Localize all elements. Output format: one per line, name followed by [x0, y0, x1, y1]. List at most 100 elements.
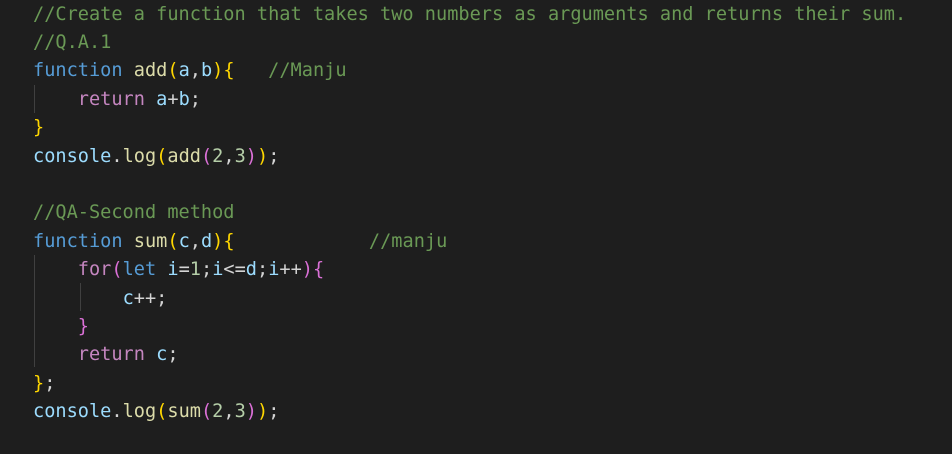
identifier-token: console: [33, 146, 112, 167]
punctuation-token: [33, 259, 78, 280]
punctuation-token: [145, 89, 156, 110]
function-name-token: log: [122, 401, 157, 422]
bracket-token: }: [33, 117, 45, 138]
function-name-token: sum: [133, 231, 168, 252]
keyword-token: function: [33, 60, 123, 81]
bracket-token: {: [312, 259, 325, 280]
bracket-token: ): [212, 231, 224, 252]
punctuation-token: [235, 60, 269, 81]
function-name-token: log: [122, 146, 157, 167]
punctuation-token: [123, 60, 134, 81]
identifier-token: i: [268, 259, 280, 280]
control-keyword-token: return: [77, 344, 145, 365]
punctuation-token: ,: [223, 146, 235, 167]
punctuation-token: ++;: [133, 288, 168, 309]
identifier-token: b: [178, 89, 190, 110]
code-line[interactable]: console.log(sum(2,3));: [33, 398, 279, 426]
identifier-token: a: [178, 60, 190, 81]
comment-token: //Create a function that takes two numbe…: [33, 4, 907, 25]
comment-token: //manju: [368, 231, 448, 252]
identifier-token: i: [212, 259, 224, 280]
punctuation-token: ,: [223, 401, 235, 422]
punctuation-token: [123, 231, 134, 252]
code-line[interactable]: console.log(add(2,3));: [33, 143, 279, 171]
code-editor[interactable]: //Create a function that takes two numbe…: [0, 0, 952, 454]
number-token: 3: [234, 146, 246, 167]
comment-token: //Q.A.1: [33, 32, 112, 53]
punctuation-token: ;: [268, 146, 280, 167]
punctuation-token: .: [111, 146, 123, 167]
identifier-token: c: [178, 231, 190, 252]
bracket-token: {: [223, 60, 235, 81]
bracket-token: ): [212, 60, 224, 81]
code-line[interactable]: return a+b;: [33, 86, 201, 114]
number-token: 3: [234, 401, 246, 422]
keyword-token: function: [33, 231, 123, 252]
punctuation-token: [33, 316, 78, 337]
punctuation-token: [156, 259, 167, 280]
bracket-token: (: [167, 60, 179, 81]
bracket-token: (: [200, 401, 213, 422]
code-line[interactable]: for(let i=1;i<=d;i++){: [33, 256, 324, 284]
function-name-token: add: [133, 60, 168, 81]
bracket-token: ): [245, 401, 257, 422]
control-keyword-token: return: [77, 89, 145, 110]
bracket-token: }: [33, 373, 45, 394]
bracket-token: (: [156, 146, 168, 167]
code-line[interactable]: //QA-Second method: [33, 199, 235, 227]
identifier-token: d: [245, 259, 257, 280]
keyword-token: let: [122, 259, 157, 280]
code-line[interactable]: };: [33, 370, 55, 398]
number-token: 1: [189, 259, 201, 280]
comment-token: //QA-Second method: [33, 202, 235, 223]
bracket-token: (: [167, 231, 179, 252]
punctuation-token: [33, 344, 78, 365]
bracket-token: (: [156, 401, 168, 422]
identifier-token: a: [156, 89, 168, 110]
code-line[interactable]: c++;: [33, 285, 168, 313]
bracket-token: }: [77, 316, 89, 337]
identifier-token: c: [122, 288, 134, 309]
punctuation-token: ;: [167, 344, 179, 365]
code-line[interactable]: }: [33, 114, 44, 142]
punctuation-token: ;: [189, 89, 201, 110]
punctuation-token: <=: [223, 259, 246, 280]
punctuation-token: ;: [44, 373, 56, 394]
punctuation-token: ;: [200, 259, 213, 280]
identifier-token: c: [156, 344, 168, 365]
bracket-token: ): [256, 146, 269, 167]
code-line[interactable]: //Q.A.1: [33, 29, 111, 57]
punctuation-token: ,: [189, 231, 201, 252]
bracket-token: ): [301, 259, 313, 280]
bracket-token: ): [245, 146, 257, 167]
code-line[interactable]: return c;: [33, 341, 179, 369]
punctuation-token: ;: [256, 259, 269, 280]
bracket-token: ): [256, 401, 269, 422]
punctuation-token: .: [111, 401, 123, 422]
code-line[interactable]: }: [33, 313, 89, 341]
punctuation-token: ;: [268, 401, 280, 422]
code-line[interactable]: function sum(c,d){ //manju: [33, 228, 447, 256]
punctuation-token: =: [178, 259, 190, 280]
identifier-token: b: [200, 60, 213, 81]
identifier-token: d: [200, 231, 213, 252]
code-line[interactable]: //Create a function that takes two numbe…: [33, 1, 906, 29]
code-line[interactable]: function add(a,b){ //Manju: [33, 57, 347, 85]
bracket-token: (: [111, 259, 123, 280]
number-token: 2: [212, 401, 224, 422]
control-keyword-token: for: [77, 259, 112, 280]
comment-token: //Manju: [268, 60, 347, 81]
punctuation-token: [235, 231, 369, 252]
punctuation-token: [33, 89, 78, 110]
bracket-token: {: [223, 231, 235, 252]
punctuation-token: ,: [189, 60, 201, 81]
number-token: 2: [212, 146, 224, 167]
punctuation-token: ++: [279, 259, 302, 280]
punctuation-token: [145, 344, 156, 365]
bracket-token: (: [200, 146, 213, 167]
punctuation-token: [33, 288, 123, 309]
function-name-token: add: [167, 146, 201, 167]
punctuation-token: +: [167, 89, 179, 110]
function-name-token: sum: [167, 401, 201, 422]
identifier-token: console: [33, 401, 112, 422]
